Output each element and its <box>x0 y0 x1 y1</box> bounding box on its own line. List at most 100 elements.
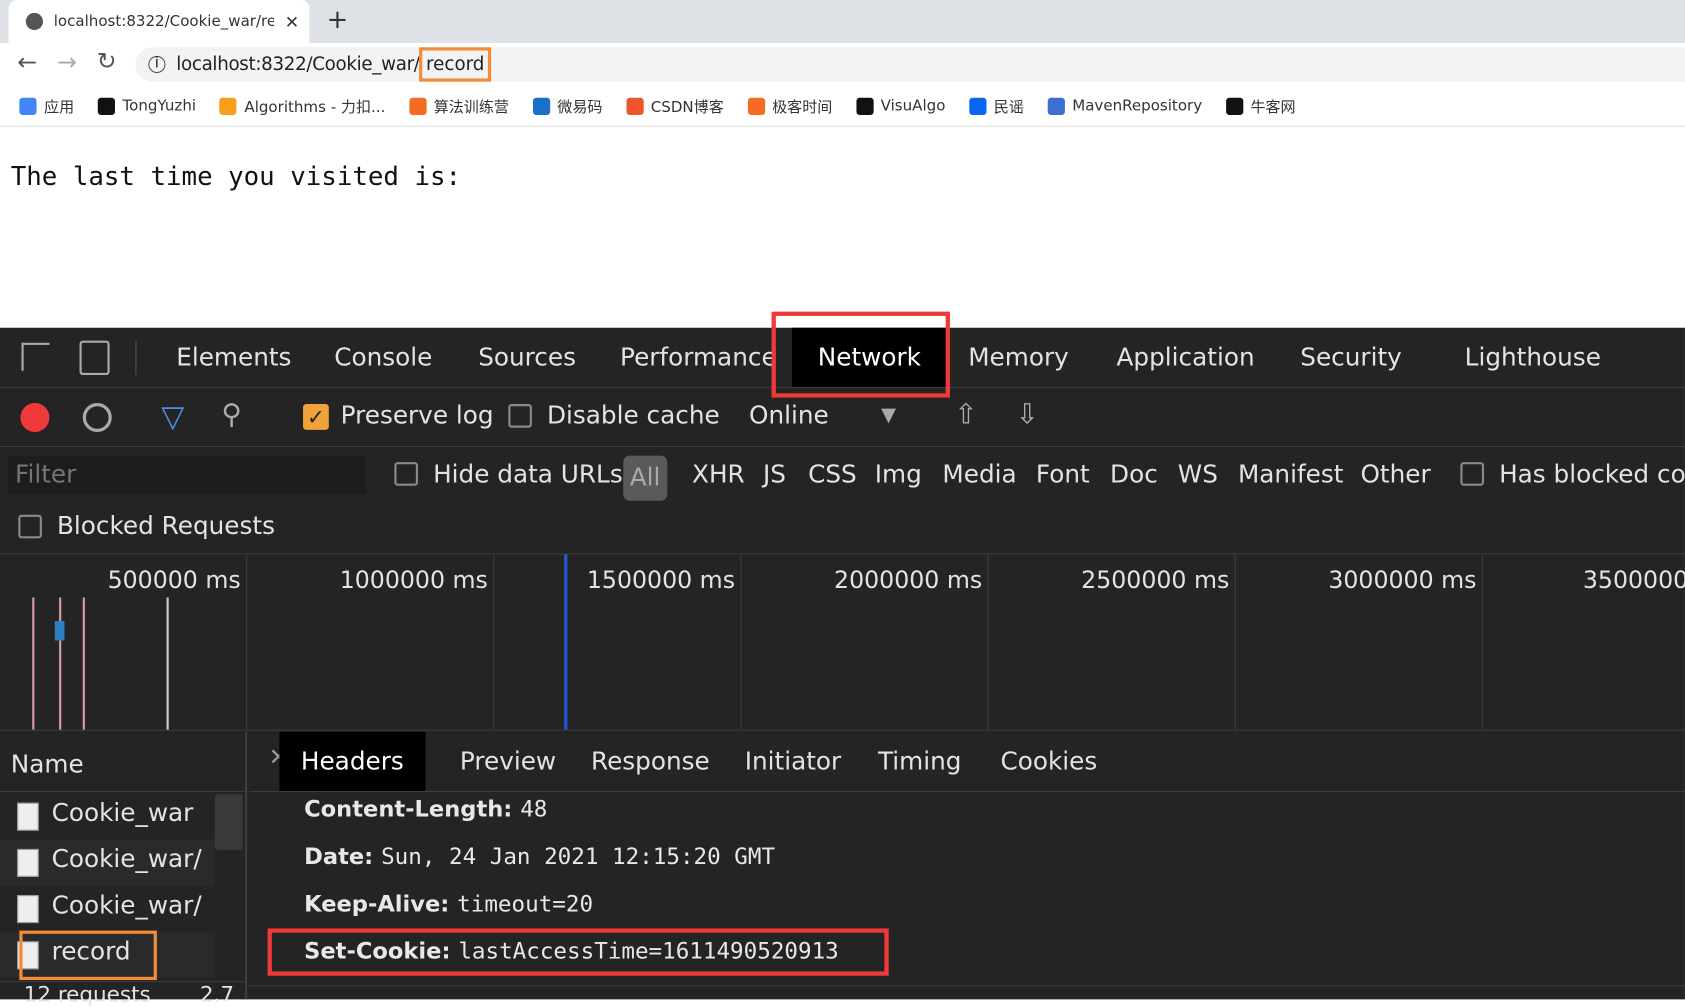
request-name: Cookie_war/ <box>51 845 202 874</box>
url-text: localhost:8322/Cookie_war/ <box>176 53 420 76</box>
hide-data-urls-checkbox[interactable] <box>394 462 419 486</box>
type-filter-xhr[interactable]: XHR <box>692 461 745 489</box>
detail-tabs: ✕ HeadersPreviewResponseInitiatorTimingC… <box>249 731 1685 792</box>
type-filter-ws[interactable]: WS <box>1178 461 1218 489</box>
type-filter-media[interactable]: Media <box>942 461 1016 489</box>
request-list: Name Cookie_war Cookie_war/Cookie_war/rec… <box>0 731 248 1007</box>
disable-cache-checkbox[interactable] <box>508 404 532 428</box>
bookmark-6[interactable]: 极客时间 <box>747 95 832 116</box>
timeline-gridline <box>740 554 742 730</box>
name-column-header[interactable]: Name <box>11 751 84 779</box>
response-header-row: Keep-Alive: timeout=20 <box>304 891 593 917</box>
bookmark-4[interactable]: 微易码 <box>532 95 602 116</box>
timeline-gridline <box>987 554 989 730</box>
type-filter-all[interactable]: All <box>623 455 667 501</box>
geektime-icon <box>747 97 765 115</box>
import-har-icon[interactable]: ⇧ <box>954 399 977 431</box>
divider <box>135 340 137 376</box>
filter-bar: Hide data URLs All XHR JS CSS Img Media Font Do… <box>0 447 1685 555</box>
request-count: 12 requests <box>23 981 151 1007</box>
bookmark-5[interactable]: CSDN博客 <box>626 95 724 116</box>
close-tab-icon[interactable]: ✕ <box>285 11 299 31</box>
browser-tab[interactable]: localhost:8322/Cookie_war/rec ✕ <box>8 0 310 43</box>
tab-sources[interactable]: Sources <box>478 328 576 387</box>
blocked-requests-checkbox[interactable] <box>18 514 42 539</box>
filter-icon[interactable]: ▽ <box>161 399 184 434</box>
timeline-tick: 2500000 ms <box>1081 567 1230 595</box>
type-filter-js[interactable]: JS <box>763 461 786 489</box>
forward-icon[interactable]: → <box>57 49 77 76</box>
response-header-row: Content-Length: 48 <box>304 796 547 822</box>
tab-memory[interactable]: Memory <box>968 328 1069 387</box>
type-filter-font[interactable]: Font <box>1036 461 1090 489</box>
tab-lighthouse[interactable]: Lighthouse <box>1465 328 1601 387</box>
detail-tab-timing[interactable]: Timing <box>878 732 962 791</box>
detail-tab-headers[interactable]: Headers <box>279 731 426 791</box>
type-filter-doc[interactable]: Doc <box>1110 461 1158 489</box>
bookmark-7[interactable]: VisuAlgo <box>855 97 945 115</box>
header-key: Keep-Alive: <box>304 890 450 917</box>
detail-tab-preview[interactable]: Preview <box>460 732 556 791</box>
disable-cache-label: Disable cache <box>546 401 720 430</box>
preserve-log-checkbox[interactable]: ✓ <box>303 404 329 430</box>
clear-icon[interactable] <box>82 402 112 432</box>
globe-icon <box>25 12 43 31</box>
bookmark-1[interactable]: TongYuzhi <box>97 97 196 115</box>
detail-tab-response[interactable]: Response <box>591 732 710 791</box>
bookmark-label: 牛客网 <box>1250 98 1296 116</box>
detail-tab-cookies[interactable]: Cookies <box>1000 732 1097 791</box>
tab-elements[interactable]: Elements <box>176 328 291 387</box>
request-row[interactable]: Cookie_war <box>0 793 215 839</box>
type-filter-img[interactable]: Img <box>875 461 922 489</box>
address-bar[interactable]: i localhost:8322/Cookie_war/record <box>135 47 1685 82</box>
tab-console[interactable]: Console <box>334 328 432 387</box>
type-filter-css[interactable]: CSS <box>808 461 857 489</box>
timeline-gridline <box>493 554 495 730</box>
url-highlight: record <box>419 47 491 82</box>
request-row[interactable]: Cookie_war/ <box>0 839 215 886</box>
bookmark-3[interactable]: 算法训练营 <box>409 95 509 116</box>
tab-security[interactable]: Security <box>1300 328 1401 387</box>
bookmark-label: 极客时间 <box>772 98 833 116</box>
bookmark-0[interactable]: 应用 <box>19 95 74 116</box>
visualgo-icon <box>855 97 874 115</box>
has-blocked-cookies-checkbox[interactable] <box>1460 462 1485 486</box>
bookmark-label: CSDN博客 <box>650 98 724 116</box>
bookmark-8[interactable]: 民谣 <box>969 95 1024 116</box>
bookmark-9[interactable]: MavenRepository <box>1047 97 1202 115</box>
type-filter-manifest[interactable]: Manifest <box>1238 461 1343 489</box>
maven-icon <box>1047 97 1065 115</box>
tab-application[interactable]: Application <box>1117 328 1255 387</box>
filter-input[interactable] <box>8 455 366 495</box>
detail-tab-initiator[interactable]: Initiator <box>745 732 842 791</box>
new-tab-button[interactable]: + <box>327 4 349 34</box>
export-har-icon[interactable]: ⇩ <box>1015 399 1038 431</box>
tab-title: localhost:8322/Cookie_war/rec <box>53 12 275 31</box>
blocked-requests-label: Blocked Requests <box>56 512 275 541</box>
nowcoder-icon <box>1225 97 1243 115</box>
request-row[interactable]: Cookie_war/ <box>0 885 215 931</box>
timeline-tick: 1000000 ms <box>339 567 488 595</box>
reload-icon[interactable]: ↻ <box>97 48 117 75</box>
zhihu-icon <box>969 97 987 115</box>
csdn-icon <box>626 97 644 115</box>
back-icon[interactable]: ← <box>17 49 37 76</box>
scrollbar[interactable] <box>214 794 243 851</box>
timeline-tick: 2000000 ms <box>834 567 983 595</box>
tab-performance[interactable]: Performance <box>620 328 777 387</box>
device-toolbar-icon[interactable] <box>79 340 110 376</box>
bookmark-10[interactable]: 牛客网 <box>1225 95 1296 116</box>
record-icon[interactable] <box>20 402 50 432</box>
type-filter-other[interactable]: Other <box>1360 461 1430 489</box>
set-cookie-highlight <box>267 928 889 976</box>
timeline-overview[interactable]: 500000 ms 1000000 ms 1500000 ms 2000000 ms 2… <box>0 554 1685 731</box>
header-key: Content-Length: <box>304 796 513 823</box>
timeline-bar <box>32 597 35 730</box>
transfer-size: 2.7 <box>199 981 235 1007</box>
inspect-icon[interactable] <box>21 342 50 371</box>
bookmark-label: Algorithms - 力扣... <box>244 98 386 116</box>
leetcode-icon <box>219 97 237 115</box>
search-icon[interactable]: ⚲ <box>221 399 241 431</box>
throttle-select[interactable]: Online <box>749 402 829 430</box>
bookmark-2[interactable]: Algorithms - 力扣... <box>219 95 386 116</box>
